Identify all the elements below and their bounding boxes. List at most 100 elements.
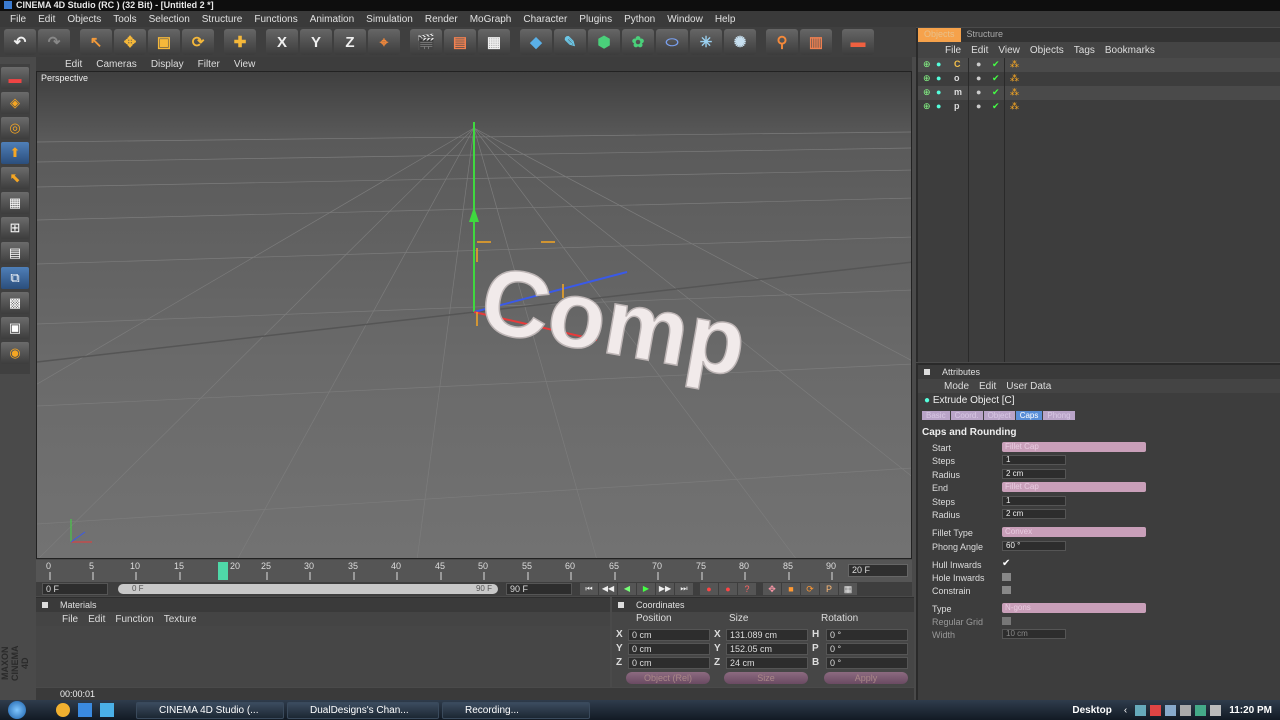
start-frame-field[interactable]: 0 F [42,583,108,595]
cube-icon[interactable]: ◆ [520,29,552,55]
polygons-mode-icon[interactable]: ▦ [1,192,29,214]
visibility-icon[interactable]: ● [976,73,981,83]
tab-caps[interactable]: Caps [1015,411,1043,420]
expand-icon[interactable]: ⊕ [923,87,931,98]
visibility-icon[interactable]: ● [976,87,981,97]
tab-objects[interactable]: Objects [918,28,961,42]
expand-icon[interactable]: ⊕ [923,73,931,84]
object-name[interactable]: m [954,87,962,97]
tray-icon[interactable] [1180,704,1192,716]
tag-icon[interactable]: ⁂ [1010,101,1019,112]
tag-icon[interactable]: ⁂ [1010,87,1019,98]
vp-menu-view[interactable]: View [227,59,263,70]
expand-icon[interactable]: ⊕ [923,101,931,112]
playhead[interactable] [218,562,228,580]
menu-mograph[interactable]: MoGraph [464,14,518,25]
object-mode-icon[interactable]: ◈ [1,92,29,114]
edges-mode-icon[interactable]: ⬉ [1,167,29,189]
object-name[interactable]: C [954,59,961,69]
attr-menu-user-data[interactable]: User Data [1004,381,1059,392]
live-select-icon[interactable]: ↖ [80,29,112,55]
range-slider[interactable]: 0 F 90 F [118,584,498,594]
go-to-end-icon[interactable]: ⏭ [675,583,693,595]
tray-icon[interactable] [1135,704,1147,716]
perspective-viewport[interactable]: Comp Perspective [36,71,912,559]
x-axis-icon[interactable]: X [266,29,298,55]
rot-b-field[interactable]: 0 ° [826,657,908,669]
current-frame-field[interactable]: 20 F [848,564,908,577]
end-steps-field[interactable]: 1 [1002,496,1066,506]
environment-icon[interactable]: ✺ [724,29,756,55]
rot-h-field[interactable]: 0 ° [826,629,908,641]
move-tool-icon[interactable]: ✚ [224,29,256,55]
record-icon[interactable]: ● [700,583,718,595]
object-row[interactable]: ⊕ ● p ● ✔ ⁂ [918,100,1280,114]
clock[interactable]: 11:20 PM [1229,705,1272,716]
undo-icon[interactable]: ↶ [4,29,36,55]
coord-size-select[interactable]: Size [724,672,808,684]
tag-icon[interactable]: ⁂ [1010,73,1019,84]
object-row[interactable]: ⊕ ● m ● ✔ ⁂ [918,86,1280,100]
mat-menu-edit[interactable]: Edit [86,614,113,625]
coord-mode-select[interactable]: Object (Rel) [626,672,710,684]
go-to-start-icon[interactable]: ⏮ [580,583,598,595]
size-z-field[interactable]: 24 cm [726,657,808,669]
vp-menu-display[interactable]: Display [144,59,191,70]
menu-character[interactable]: Character [517,14,573,25]
menu-plugins[interactable]: Plugins [573,14,618,25]
enabled-check-icon[interactable]: ✔ [992,101,1000,112]
menu-structure[interactable]: Structure [196,14,249,25]
animation-mode-icon[interactable]: ▣ [1,317,29,339]
mat-menu-file[interactable]: File [60,614,86,625]
vp-menu-edit[interactable]: Edit [58,59,89,70]
apply-button[interactable]: Apply [824,672,908,684]
menu-animation[interactable]: Animation [304,14,360,25]
scene-icon[interactable]: ✳ [690,29,722,55]
autokey-icon[interactable]: ● [719,583,737,595]
menu-functions[interactable]: Functions [248,14,303,25]
fillet-type-dropdown[interactable]: Convex [1002,527,1146,537]
subdivision-surface-icon[interactable]: ⬢ [588,29,620,55]
tab-phong[interactable]: Phong [1043,411,1075,420]
hole-inwards-checkbox[interactable] [1002,573,1011,581]
cloner-icon[interactable]: ✿ [622,29,654,55]
mat-menu-texture[interactable]: Texture [162,614,205,625]
render-icon[interactable]: ▬ [842,29,874,55]
object-row[interactable]: ⊕ ● C ● ✔ ⁂ [918,58,1280,72]
start-button[interactable] [0,700,34,720]
sculpt-icon[interactable]: ◉ [1,342,29,364]
point-level-key-icon[interactable]: ▦ [839,583,857,595]
menu-help[interactable]: Help [709,14,742,25]
render-picture-viewer-icon[interactable]: ▤ [444,29,476,55]
explorer-quicklaunch-icon[interactable] [78,703,92,717]
points-mode-icon[interactable]: ⬆ [1,142,29,164]
pos-z-field[interactable]: 0 cm [628,657,710,669]
tag-icon[interactable]: ⁂ [1010,59,1019,70]
size-y-field[interactable]: 152.05 cm [726,643,808,655]
redo-icon[interactable]: ↷ [38,29,70,55]
scale-key-icon[interactable]: ■ [782,583,800,595]
menu-objects[interactable]: Objects [61,14,107,25]
object-name[interactable]: o [954,73,960,83]
rotation-key-icon[interactable]: ⟳ [801,583,819,595]
obj-menu-bookmarks[interactable]: Bookmarks [1102,45,1162,56]
obj-menu-view[interactable]: View [995,45,1027,56]
obj-menu-file[interactable]: File [942,45,968,56]
vp-menu-filter[interactable]: Filter [191,59,227,70]
light-icon[interactable]: ▥ [800,29,832,55]
start-dropdown[interactable]: Fillet Cap [1002,442,1146,452]
menu-edit[interactable]: Edit [32,14,61,25]
obj-menu-tags[interactable]: Tags [1071,45,1102,56]
obj-menu-edit[interactable]: Edit [968,45,995,56]
start-radius-field[interactable]: 2 cm [1002,469,1066,479]
texture-mode-icon[interactable]: ◎ [1,117,29,139]
play-forward-icon[interactable]: ▶ [637,583,655,595]
tab-structure[interactable]: Structure [961,28,1010,42]
vp-menu-cameras[interactable]: Cameras [89,59,144,70]
enabled-check-icon[interactable]: ✔ [992,73,1000,84]
render-view-icon[interactable]: 🎬 [410,29,442,55]
menu-render[interactable]: Render [419,14,464,25]
constrain-checkbox[interactable] [1002,586,1011,594]
attr-menu-mode[interactable]: Mode [942,381,977,392]
regular-grid-checkbox[interactable] [1002,617,1011,625]
